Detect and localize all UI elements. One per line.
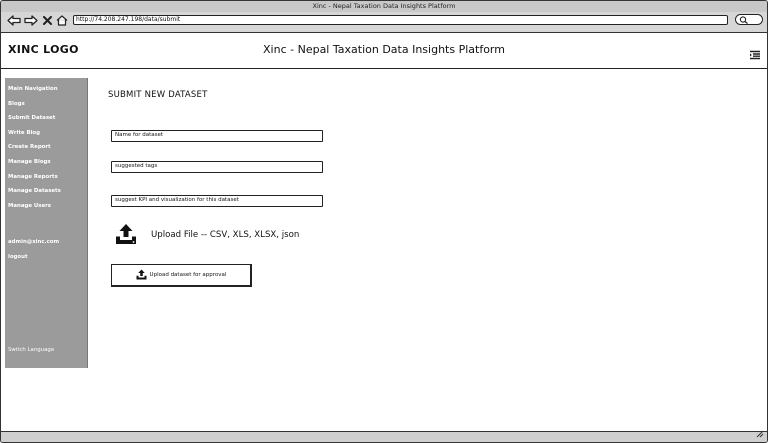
button-label: Upload dataset for approval	[149, 272, 227, 278]
section-title: SUBMIT NEW DATASET	[108, 90, 208, 100]
sidebar-item-manage-reports[interactable]: Manage Reports	[8, 174, 58, 180]
sidebar-item-manage-users[interactable]: Manage Users	[8, 203, 51, 209]
home-icon[interactable]	[56, 13, 68, 28]
sidebar-item-blogs[interactable]: Blogs	[8, 101, 25, 107]
status-bar	[1, 430, 767, 442]
sidebar-item-write-blog[interactable]: Write Blog	[8, 130, 40, 136]
user-email[interactable]: admin@xinc.com	[8, 239, 59, 245]
resize-grip-icon[interactable]	[756, 423, 764, 442]
sidebar-item-create-report[interactable]: Create Report	[8, 144, 51, 150]
upload-for-approval-button[interactable]: Upload dataset for approval	[111, 264, 252, 287]
browser-window: Xinc - Nepal Taxation Data Insights Plat…	[0, 0, 768, 443]
upload-icon	[136, 269, 147, 282]
sidebar-item-manage-datasets[interactable]: Manage Datasets	[8, 188, 61, 194]
suggested-tags-input[interactable]: suggested tags	[111, 161, 323, 173]
upload-file-label[interactable]: Upload File -- CSV, XLS, XLSX, json	[151, 230, 299, 240]
switch-language-link[interactable]: Switch Language	[8, 347, 54, 353]
upload-icon[interactable]	[115, 223, 137, 249]
url-input[interactable]: http://74.208.247.198/data/submit	[73, 15, 728, 25]
page-title: Xinc - Nepal Taxation Data Insights Plat…	[263, 43, 505, 56]
sidebar-item-submit-dataset[interactable]: Submit Dataset	[8, 115, 55, 121]
window-title-bar: Xinc - Nepal Taxation Data Insights Plat…	[1, 1, 767, 12]
search-box[interactable]	[735, 14, 763, 25]
dataset-name-input[interactable]: Name for dataset	[111, 130, 323, 142]
sidebar-item-manage-blogs[interactable]: Manage Blogs	[8, 159, 51, 165]
browser-toolbar: http://74.208.247.198/data/submit	[1, 12, 767, 33]
back-arrow-icon[interactable]	[7, 13, 21, 28]
sidebar-item-main-navigation[interactable]: Main Navigation	[8, 86, 58, 92]
app-header: XINC LOGO Xinc - Nepal Taxation Data Ins…	[1, 34, 767, 69]
window-title: Xinc - Nepal Taxation Data Insights Plat…	[312, 2, 456, 10]
kpi-suggestion-input[interactable]: suggest KPI and visualization for this d…	[111, 195, 323, 207]
forward-arrow-icon[interactable]	[24, 13, 38, 28]
stop-icon[interactable]	[42, 13, 52, 28]
sidebar: Main Navigation Blogs Submit Dataset Wri…	[5, 78, 88, 368]
hamburger-menu-icon[interactable]	[749, 45, 761, 64]
logout-link[interactable]: logout	[8, 254, 28, 260]
